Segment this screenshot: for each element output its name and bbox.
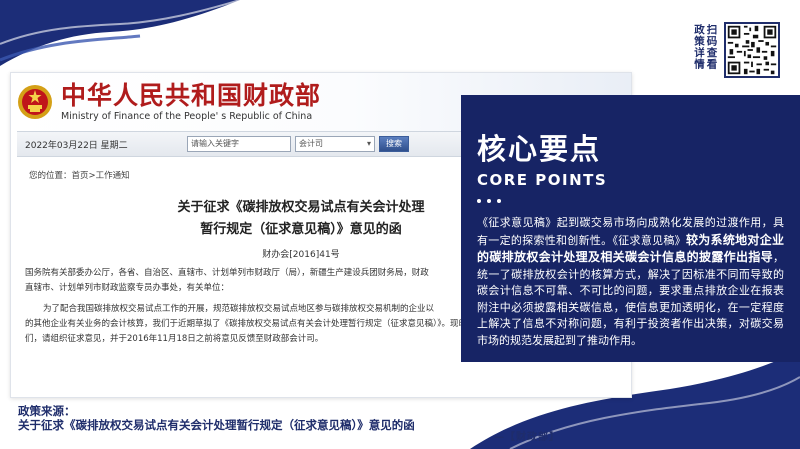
panel-body-rest: ，统一了碳排放权会计的核算方式，解决了因标准不同而导致的碳会计信息不可靠、不可比…	[477, 251, 784, 347]
dots-divider	[477, 199, 784, 203]
core-points-panel: 核心要点 CORE POINTS 《征求意见稿》起到碳交易市场向成熟化发展的过渡…	[461, 95, 800, 362]
main-line1: 为了配合我国碳排放权交易试点工作的开展，规范碳排放权交易试点地区参与碳排放权交易…	[43, 304, 435, 314]
department-select[interactable]: 会计司 ▾	[295, 136, 375, 152]
qr-code-icon[interactable]	[724, 22, 780, 78]
site-subtitle: Ministry of Finance of the People' s Rep…	[61, 110, 313, 122]
chevron-down-icon: ▾	[366, 139, 371, 148]
recipients-line1: 国务院有关部委办公厅，各省、自治区、直辖市、计划单列市财政厅（局），新疆生产建设…	[25, 268, 429, 278]
policy-source-label: 政策来源：	[18, 404, 76, 418]
policy-source-title: 关于征求《碳排放权交易试点有关会计处理暂行规定（征求意见稿）》意见的函	[18, 418, 415, 432]
top-left-wave-decoration	[0, 0, 240, 66]
current-date: 2022年03月22日 星期二	[25, 140, 128, 151]
national-emblem-icon	[18, 85, 52, 119]
policy-source: 政策来源： 关于征求《碳排放权交易试点有关会计处理暂行规定（征求意见稿）》意见的…	[18, 404, 415, 433]
recipients-line2: 直辖市、计划单列市财政监察专员办事处，有关单位：	[25, 283, 230, 293]
qr-caption-line1: 扫码查看	[705, 24, 718, 70]
main-line2: 的其他企业有关业务的会计核算，我们于近期草拟了《碳排放权交易试点有关会计处理暂行…	[25, 319, 493, 329]
site-title: 中华人民共和国财政部	[61, 81, 322, 111]
qr-caption: 扫码查看 政策详情	[688, 24, 722, 76]
search-input[interactable]: 请输入关键字	[187, 136, 291, 152]
panel-title: 核心要点	[477, 132, 602, 166]
department-select-value: 会计司	[299, 139, 323, 148]
panel-subtitle: CORE POINTS	[477, 171, 608, 189]
search-button[interactable]: 搜索	[379, 136, 409, 152]
source-credit: —【财政部】	[494, 432, 560, 443]
panel-body: 《征求意见稿》起到碳交易市场向成熟化发展的过渡作用，具有一定的探索性和创新性。《…	[477, 215, 784, 349]
main-line3: 们，请组织征求意见，并于2016年11月18日之前将意见反馈至财政部会计司。	[25, 334, 324, 344]
qr-caption-line2: 政策详情	[693, 24, 705, 70]
